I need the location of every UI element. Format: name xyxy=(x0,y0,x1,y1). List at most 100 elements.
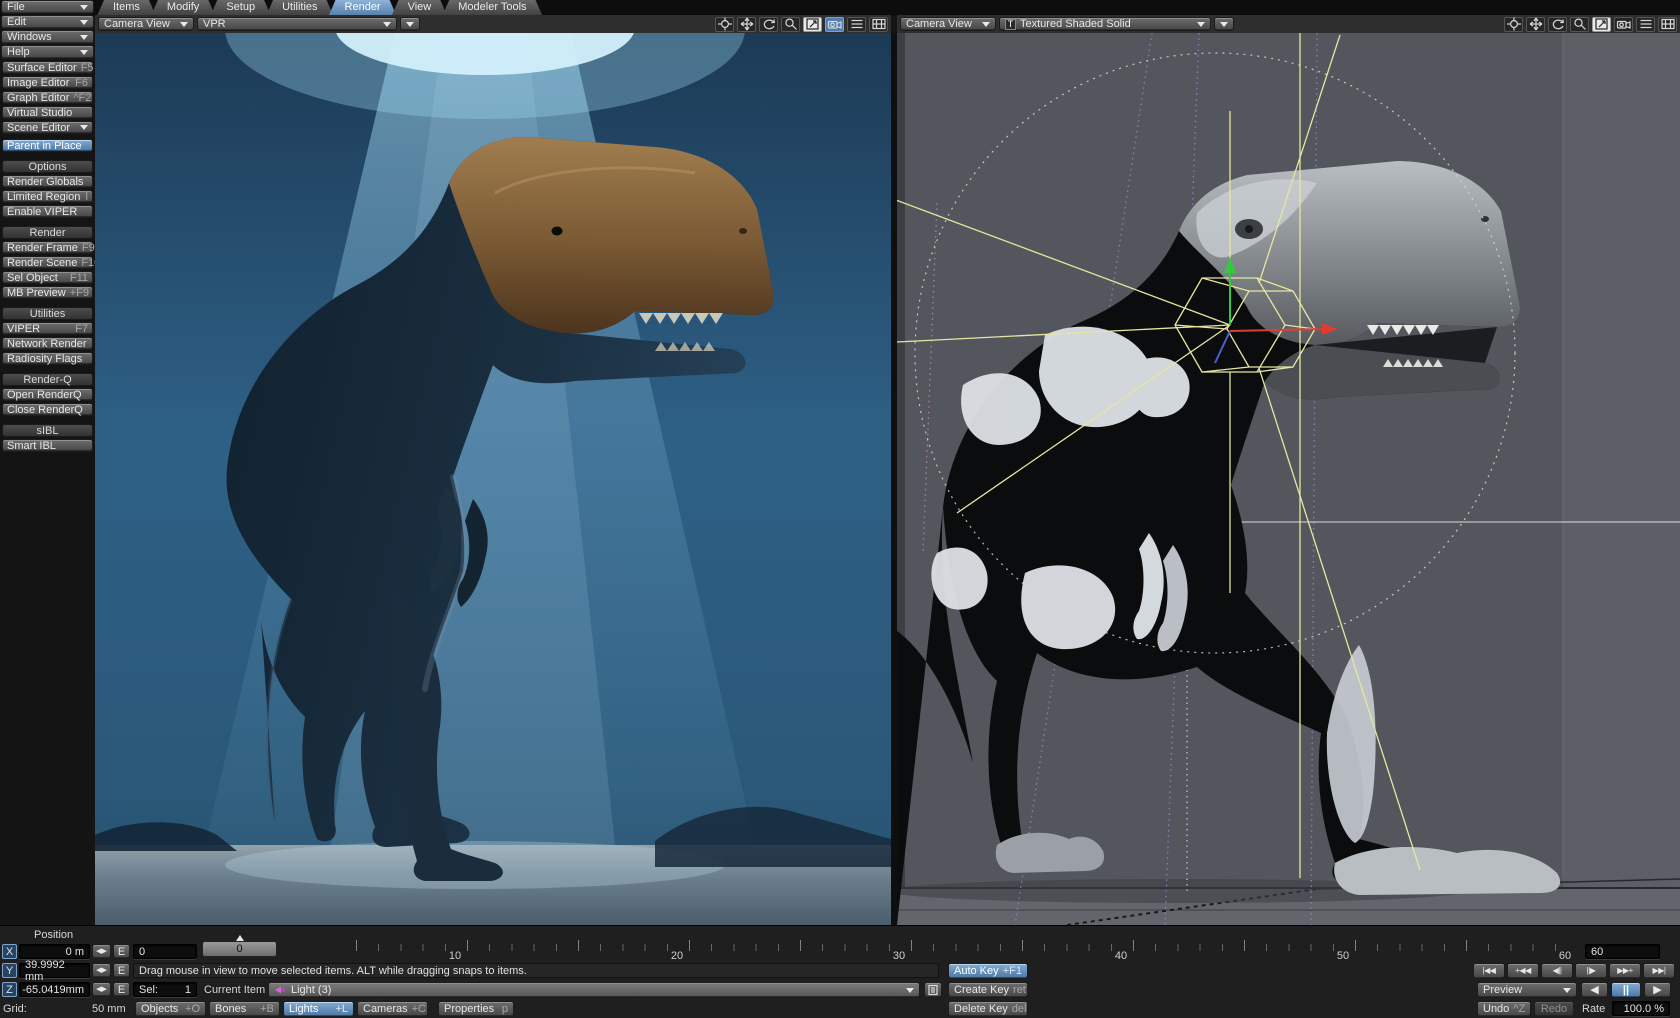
viewport-options-dropdown-left[interactable] xyxy=(400,17,420,31)
viewport-header-right: Camera View TTextured Shaded Solid xyxy=(897,15,1680,33)
menu-windows[interactable]: Windows xyxy=(1,30,94,44)
render-mode-dropdown-left[interactable]: VPR xyxy=(197,17,397,31)
z-position-field[interactable]: -65.0419mm xyxy=(19,982,90,997)
section-header-options: Options xyxy=(2,160,93,173)
zoom-icon[interactable] xyxy=(781,17,800,32)
viewport-options-dropdown-right[interactable] xyxy=(1214,17,1234,31)
tab-setup[interactable]: Setup xyxy=(210,0,271,16)
menu-edit[interactable]: Edit xyxy=(1,15,94,29)
tab-utilities[interactable]: Utilities xyxy=(266,0,333,16)
pause-button[interactable]: || xyxy=(1611,982,1641,998)
item-properties-button[interactable] xyxy=(924,982,942,998)
objects-mode-button[interactable]: Objects+O xyxy=(135,1001,206,1017)
maximize-viewport-icon[interactable] xyxy=(803,17,822,32)
cameras-mode-button[interactable]: Cameras+C xyxy=(357,1001,428,1017)
y-axis-badge: Y xyxy=(2,963,17,978)
sidebar-close-renderq[interactable]: Close RenderQ xyxy=(2,403,93,416)
sidebar-render-globals[interactable]: Render Globals xyxy=(2,175,93,188)
menu-help[interactable]: Help xyxy=(1,45,94,59)
preview-dropdown[interactable]: Preview xyxy=(1477,982,1577,998)
shaded-viewport[interactable] xyxy=(897,33,1680,925)
sidebar-surface-editor[interactable]: Surface EditorF5 xyxy=(2,61,93,74)
view-type-dropdown-right[interactable]: Camera View xyxy=(900,17,996,31)
pan-icon[interactable] xyxy=(737,17,756,32)
camera-icon[interactable] xyxy=(1614,17,1633,32)
film-icon[interactable] xyxy=(1658,17,1677,32)
list-icon[interactable] xyxy=(847,17,866,32)
film-icon[interactable] xyxy=(869,17,888,32)
properties-button[interactable]: Propertiesp xyxy=(438,1001,514,1017)
delete-key-button[interactable]: Delete Keydel xyxy=(948,1001,1028,1017)
frame-slider[interactable]: 0 xyxy=(202,941,277,957)
x-envelope-button[interactable]: E xyxy=(113,944,130,959)
current-item-dropdown[interactable]: Light (3) xyxy=(268,982,920,998)
sidebar-image-editor[interactable]: Image EditorF6 xyxy=(2,76,93,89)
redo-button[interactable]: Redo xyxy=(1534,1001,1574,1017)
lightwave-layout-window: Items Modify Setup Utilities Render View… xyxy=(0,0,1680,1018)
dropdown-arrow-icon xyxy=(80,35,88,40)
sidebar-open-renderq[interactable]: Open RenderQ xyxy=(2,388,93,401)
center-item-icon[interactable] xyxy=(1504,17,1523,32)
tab-view[interactable]: View xyxy=(392,0,448,16)
maximize-viewport-icon[interactable] xyxy=(1592,17,1611,32)
z-nudge-button[interactable]: ◀▶ xyxy=(92,982,111,997)
z-envelope-button[interactable]: E xyxy=(113,982,130,997)
tab-items[interactable]: Items xyxy=(97,0,156,16)
tab-modeler-tools[interactable]: Modeler Tools xyxy=(442,0,542,16)
auto-key-button[interactable]: Auto Key+F1 xyxy=(948,963,1028,979)
dropdown-arrow-icon xyxy=(383,22,391,27)
rotate-view-icon[interactable] xyxy=(759,17,778,32)
list-icon[interactable] xyxy=(1636,17,1655,32)
sidebar-virtual-studio[interactable]: Virtual Studio xyxy=(2,106,93,119)
rate-label: Rate xyxy=(1582,1003,1605,1015)
render-viewport[interactable] xyxy=(95,33,891,925)
sidebar-smart-ibl[interactable]: Smart IBL xyxy=(2,439,93,452)
goto-end-button[interactable]: ▶▶| xyxy=(1643,963,1675,979)
sidebar-parent-in-place[interactable]: Parent in Place xyxy=(2,139,93,152)
play-forward-button[interactable]: ▶ xyxy=(1644,982,1671,998)
y-envelope-button[interactable]: E xyxy=(113,963,130,978)
camera-icon[interactable] xyxy=(825,17,844,32)
undo-button[interactable]: Undo^Z xyxy=(1477,1001,1531,1017)
tick-label: 10 xyxy=(449,950,461,962)
y-position-field[interactable]: 39.9992 mm xyxy=(19,963,90,978)
sidebar-graph-editor[interactable]: Graph Editor^F2 xyxy=(2,91,93,104)
menu-file[interactable]: File xyxy=(1,0,94,14)
rotate-view-icon[interactable] xyxy=(1548,17,1567,32)
sidebar-render-frame[interactable]: Render FrameF9 xyxy=(2,241,93,254)
zoom-icon[interactable] xyxy=(1570,17,1589,32)
bones-mode-button[interactable]: Bones+B xyxy=(209,1001,280,1017)
z-axis-badge: Z xyxy=(2,982,17,997)
prev-key-button[interactable]: +◀◀ xyxy=(1507,963,1539,979)
tab-render[interactable]: Render xyxy=(329,0,397,16)
step-back-button[interactable]: ◀|| xyxy=(1541,963,1573,979)
render-mode-dropdown-right[interactable]: TTextured Shaded Solid xyxy=(999,17,1211,31)
x-position-field[interactable]: 0 m xyxy=(19,944,90,959)
play-reverse-button[interactable]: ◀ xyxy=(1581,982,1608,998)
sidebar-network-render[interactable]: Network Render xyxy=(2,337,93,350)
next-key-button[interactable]: ▶▶+ xyxy=(1609,963,1641,979)
timeline-ruler[interactable]: 10 20 30 40 50 60 xyxy=(133,936,1573,962)
center-item-icon[interactable] xyxy=(715,17,734,32)
pan-icon[interactable] xyxy=(1526,17,1545,32)
goto-start-button[interactable]: |◀◀ xyxy=(1473,963,1505,979)
sidebar-sel-object[interactable]: Sel ObjectF11 xyxy=(2,271,93,284)
dropdown-arrow-icon xyxy=(80,20,88,25)
x-nudge-button[interactable]: ◀▶ xyxy=(92,944,111,959)
sidebar-render-scene[interactable]: Render SceneF10 xyxy=(2,256,93,269)
sidebar-viper[interactable]: VIPERF7 xyxy=(2,322,93,335)
y-nudge-button[interactable]: ◀▶ xyxy=(92,963,111,978)
end-frame-field[interactable]: 60 xyxy=(1585,944,1660,959)
sidebar-limited-region[interactable]: Limited Regionl xyxy=(2,190,93,203)
lights-mode-button[interactable]: Lights+L xyxy=(283,1001,354,1017)
tab-modify[interactable]: Modify xyxy=(151,0,215,16)
sidebar-scene-editor[interactable]: Scene Editor xyxy=(2,121,93,134)
texture-mode-icon: T xyxy=(1005,19,1016,30)
step-forward-button[interactable]: ||▶ xyxy=(1575,963,1607,979)
create-key-button[interactable]: Create Keyret xyxy=(948,982,1028,998)
current-item-label: Current Item xyxy=(204,984,265,996)
sidebar-radiosity-flags[interactable]: Radiosity Flags xyxy=(2,352,93,365)
sidebar-enable-viper[interactable]: Enable VIPER xyxy=(2,205,93,218)
view-type-dropdown-left[interactable]: Camera View xyxy=(98,17,194,31)
sidebar-mb-preview[interactable]: MB Preview+F9 xyxy=(2,286,93,299)
